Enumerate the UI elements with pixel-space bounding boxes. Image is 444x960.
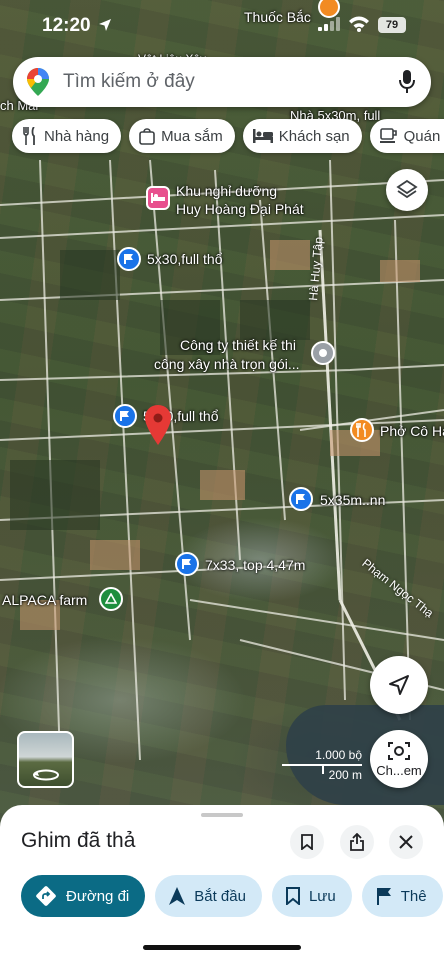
map-label-alpaca[interactable]: ALPACA farm bbox=[2, 591, 87, 609]
start-button[interactable]: Bắt đầu bbox=[155, 875, 262, 917]
cellular-signal-icon bbox=[318, 17, 340, 31]
map-label-listing-1[interactable]: 5x30,full thổ bbox=[147, 250, 223, 268]
park-marker-icon[interactable] bbox=[99, 587, 123, 611]
coffee-icon bbox=[379, 128, 397, 143]
chip-shopping[interactable]: Mua sắm bbox=[129, 119, 235, 153]
home-indicator[interactable] bbox=[143, 945, 301, 950]
map-label-company-line1[interactable]: Công ty thiết kế thi bbox=[180, 336, 296, 354]
navigation-arrow-icon bbox=[169, 887, 186, 905]
bottom-sheet[interactable]: Ghim đã thả Đường đi Bắt đầu Lưu Thê bbox=[0, 805, 444, 960]
category-chips: Nhà hàng Mua sắm Khách sạn Quán c bbox=[12, 119, 444, 153]
google-maps-logo-icon bbox=[27, 68, 49, 96]
start-label: Bắt đầu bbox=[194, 887, 246, 905]
add-label-label: Thê bbox=[400, 887, 427, 905]
wifi-icon bbox=[349, 16, 369, 32]
share-button[interactable] bbox=[340, 825, 374, 859]
listing-flag-marker-icon[interactable] bbox=[117, 247, 141, 271]
restaurant-marker-icon[interactable] bbox=[350, 418, 374, 442]
add-label-button[interactable]: Thê bbox=[361, 875, 443, 917]
lens-label: Ch...em bbox=[376, 762, 422, 778]
chip-label: Mua sắm bbox=[161, 127, 223, 145]
directions-icon bbox=[36, 886, 56, 906]
scale-imperial: 1.000 bộ bbox=[315, 748, 362, 762]
sheet-title: Ghim đã thả bbox=[21, 829, 136, 852]
action-buttons-row: Đường đi Bắt đầu Lưu Thê bbox=[21, 875, 444, 917]
status-time: 12:20 bbox=[42, 15, 91, 36]
place-marker-icon[interactable] bbox=[311, 341, 335, 365]
map-label-listing-3[interactable]: 5x35m..nn bbox=[320, 491, 385, 509]
navigation-arrow-outline-icon bbox=[389, 675, 409, 695]
rotate-360-icon bbox=[33, 769, 59, 781]
my-location-button[interactable] bbox=[370, 656, 428, 714]
directions-button[interactable]: Đường đi bbox=[21, 875, 146, 917]
shopping-bag-icon bbox=[139, 128, 155, 145]
save-button[interactable]: Lưu bbox=[271, 875, 352, 917]
directions-label: Đường đi bbox=[66, 887, 130, 905]
chip-coffee[interactable]: Quán c bbox=[369, 119, 444, 153]
sheet-drag-handle[interactable] bbox=[201, 813, 243, 817]
close-icon bbox=[399, 835, 413, 849]
microphone-icon[interactable] bbox=[399, 70, 415, 94]
layers-button[interactable] bbox=[386, 169, 428, 211]
location-arrow-icon bbox=[99, 19, 111, 31]
layers-icon bbox=[396, 179, 418, 199]
flag-icon bbox=[376, 888, 391, 905]
bookmark-icon bbox=[285, 887, 300, 905]
map-label-company-line2[interactable]: công xây nhà trọn gói... bbox=[154, 355, 300, 373]
lens-button[interactable]: Ch...em bbox=[370, 730, 428, 788]
listing-flag-marker-icon[interactable] bbox=[175, 552, 199, 576]
map-label-resort-line1[interactable]: Khu nghỉ dưỡng bbox=[176, 182, 277, 200]
chip-label: Quán c bbox=[403, 127, 444, 145]
hotel-marker-icon[interactable] bbox=[146, 186, 170, 210]
scale-metric: 200 m bbox=[328, 768, 362, 782]
bookmark-icon bbox=[301, 834, 313, 850]
chip-label: Khách sạn bbox=[278, 127, 350, 145]
listing-flag-marker-icon[interactable] bbox=[289, 487, 313, 511]
map-label-listing-4[interactable]: 7x33, top 4,47m bbox=[205, 556, 305, 574]
close-button[interactable] bbox=[389, 825, 423, 859]
search-bar[interactable]: Tìm kiếm ở đây bbox=[13, 57, 431, 107]
chip-hotels[interactable]: Khách sạn bbox=[242, 119, 362, 153]
battery-indicator: 79 bbox=[378, 17, 406, 33]
map-label-pho[interactable]: Phở Cô Hà bbox=[380, 422, 444, 440]
save-icon-button[interactable] bbox=[290, 825, 324, 859]
chip-restaurants[interactable]: Nhà hàng bbox=[12, 119, 122, 153]
street-view-thumbnail[interactable] bbox=[17, 731, 74, 788]
fork-knife-icon bbox=[23, 127, 35, 145]
status-bar: 12:20 79 bbox=[0, 0, 444, 52]
camera-lens-icon bbox=[388, 741, 410, 760]
listing-flag-marker-icon[interactable] bbox=[113, 404, 137, 428]
search-placeholder[interactable]: Tìm kiếm ở đây bbox=[63, 71, 195, 93]
map-label-resort-line2[interactable]: Huy Hoàng Đại Phát bbox=[176, 200, 304, 218]
share-icon bbox=[350, 833, 364, 851]
map-scale: 1.000 bộ 200 m bbox=[282, 748, 366, 784]
chip-label: Nhà hàng bbox=[44, 127, 110, 145]
bed-icon bbox=[252, 129, 273, 143]
save-label: Lưu bbox=[308, 887, 336, 905]
dropped-pin-icon[interactable] bbox=[145, 405, 171, 445]
